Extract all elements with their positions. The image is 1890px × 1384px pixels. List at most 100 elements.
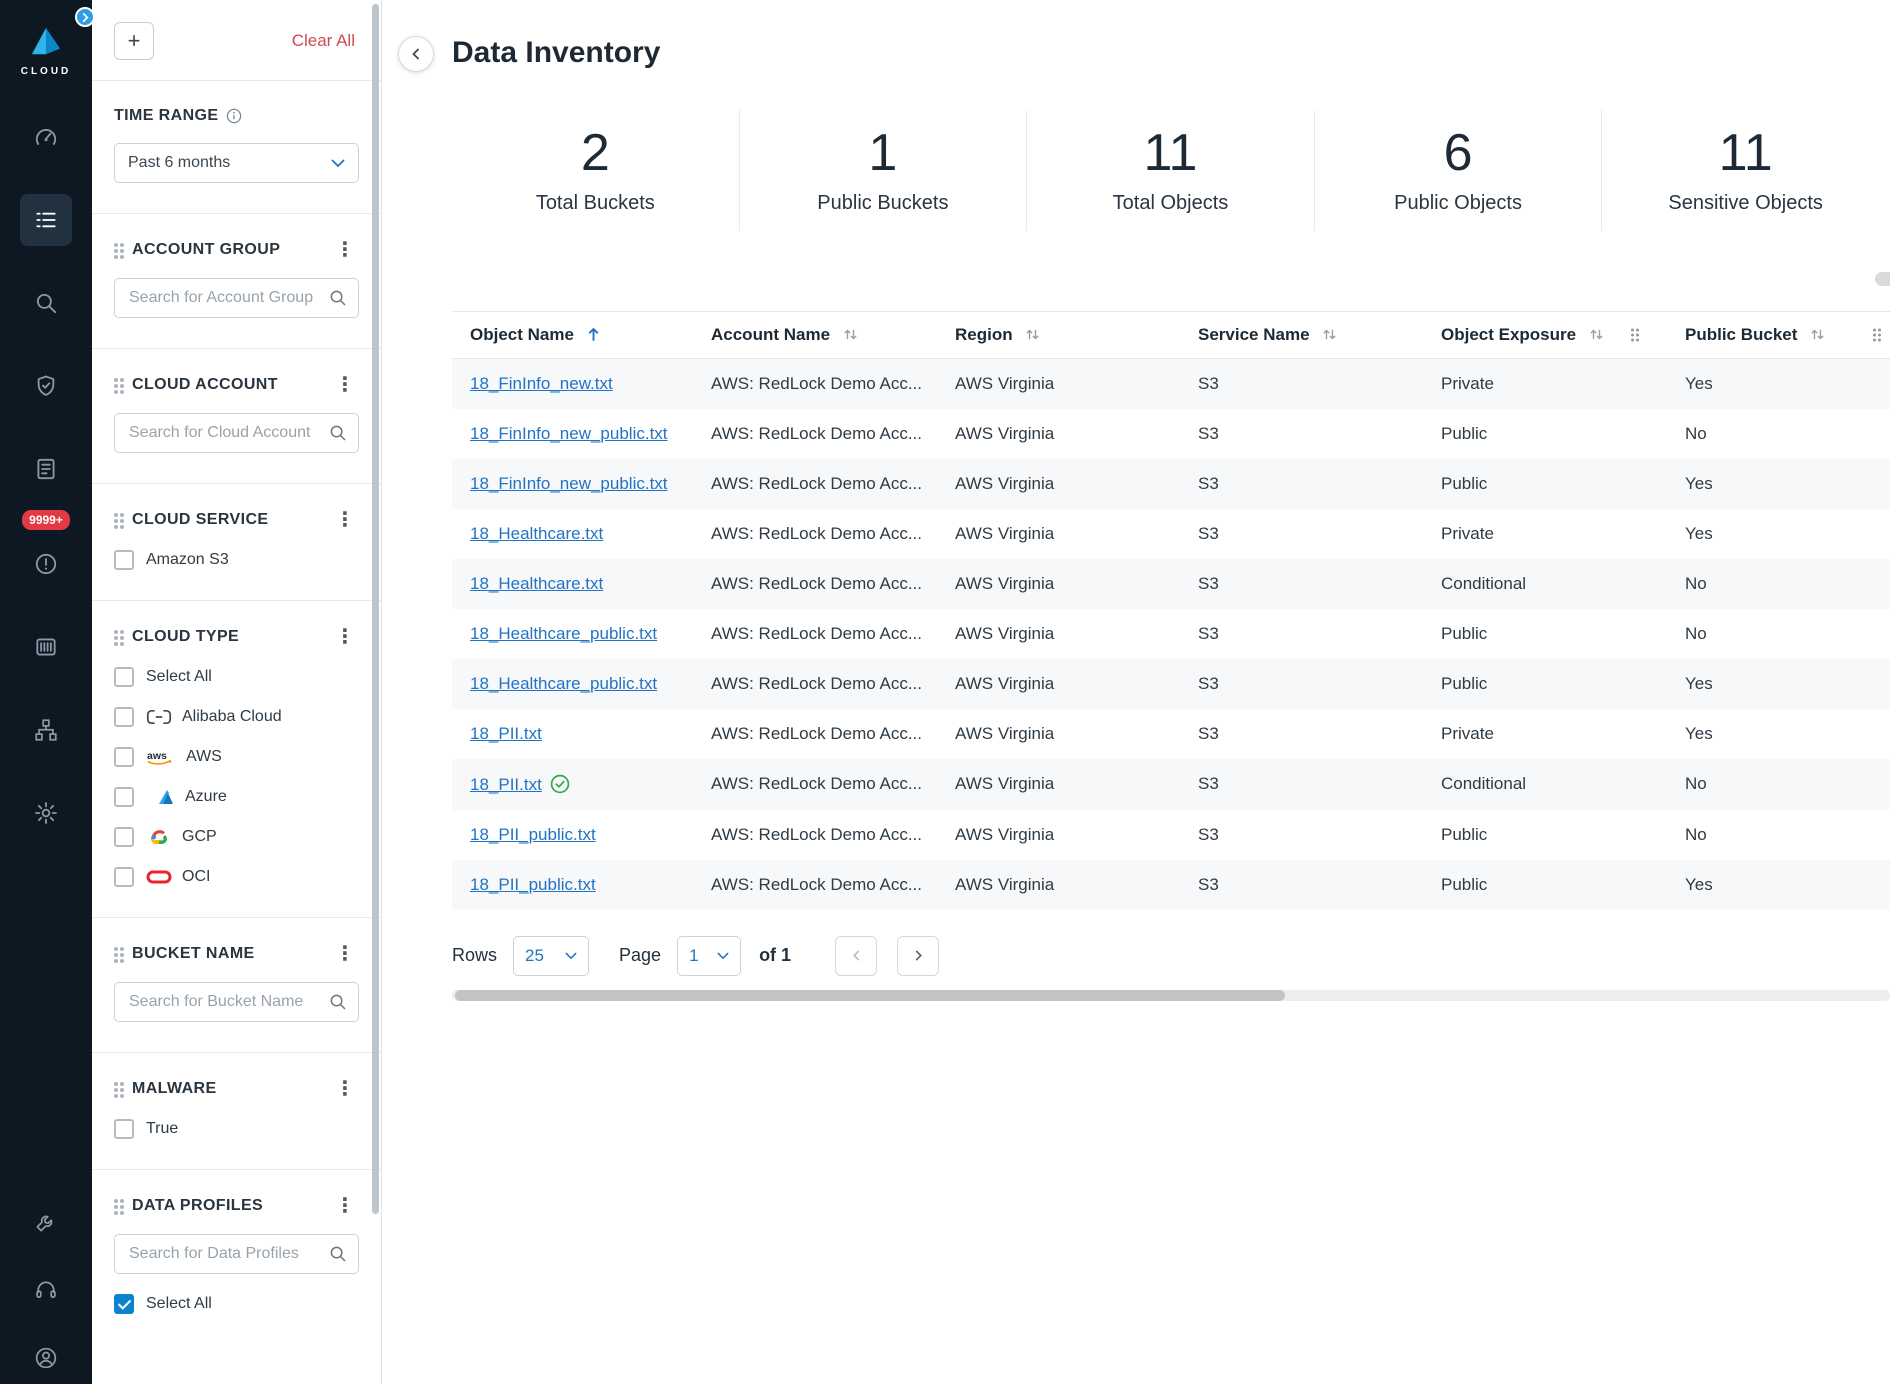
account-name-cell: AWS: RedLock Demo Acc... — [693, 709, 937, 759]
column-header-service-name[interactable]: Service Name — [1180, 311, 1423, 358]
column-drag-icon[interactable] — [1629, 327, 1641, 343]
kebab-menu-icon[interactable]: ⋮ — [331, 240, 359, 260]
report-icon — [33, 456, 59, 482]
table-body: 18_FinInfo_new.txt AWS: RedLock Demo Acc.… — [452, 358, 1890, 910]
prev-page-button[interactable] — [835, 936, 877, 976]
collapse-filters-button[interactable] — [398, 36, 434, 72]
horizontal-scrollbar-thumb[interactable] — [455, 990, 1285, 1001]
sidebar-item-profile[interactable] — [20, 1332, 72, 1384]
sort-both-icon[interactable] — [1322, 327, 1337, 342]
column-header-public-bucket[interactable]: Public Bucket — [1667, 311, 1890, 358]
column-drag-icon[interactable] — [1871, 327, 1883, 343]
region-cell: AWS Virginia — [937, 659, 1180, 709]
sidebar-item-assets[interactable] — [20, 621, 72, 673]
object-name-link[interactable]: 18_PII_public.txt — [470, 875, 596, 894]
object-name-link[interactable]: 18_PII.txt — [470, 724, 542, 743]
public-bucket-cell: Yes — [1667, 358, 1890, 409]
checkbox[interactable] — [114, 550, 134, 570]
data-profiles-search-input[interactable] — [114, 1234, 359, 1274]
sort-asc-icon[interactable] — [587, 326, 600, 342]
vertical-scrollbar-stub[interactable] — [1875, 272, 1890, 286]
drag-handle-icon[interactable] — [114, 1199, 118, 1203]
sidebar-item-support[interactable] — [20, 1264, 72, 1316]
page-select[interactable]: 1 — [677, 936, 741, 976]
object-name-link[interactable]: 18_Healthcare.txt — [470, 574, 603, 593]
assets-icon — [33, 634, 59, 660]
sidebar-item-search[interactable] — [20, 277, 72, 329]
search-icon — [329, 1245, 347, 1263]
region-cell: AWS Virginia — [937, 358, 1180, 409]
horizontal-scrollbar[interactable] — [452, 990, 1890, 1001]
next-page-button[interactable] — [897, 936, 939, 976]
sidebar-item-reports[interactable] — [20, 443, 72, 495]
region-cell: AWS Virginia — [937, 860, 1180, 910]
brand-logo[interactable]: CLOUD — [21, 26, 72, 77]
drag-handle-icon[interactable] — [114, 947, 118, 951]
add-filter-button[interactable]: + — [114, 22, 154, 60]
checkbox[interactable] — [114, 827, 134, 847]
object-name-link[interactable]: 18_Healthcare_public.txt — [470, 674, 657, 693]
kebab-menu-icon[interactable]: ⋮ — [331, 375, 359, 395]
checkbox[interactable] — [114, 707, 134, 727]
stat-value: 11 — [1027, 124, 1314, 184]
checkbox[interactable] — [114, 787, 134, 807]
sidebar-item-tools[interactable] — [20, 1196, 72, 1248]
kebab-menu-icon[interactable]: ⋮ — [331, 1196, 359, 1216]
checkbox[interactable] — [114, 867, 134, 887]
clear-all-button[interactable]: Clear All — [292, 31, 355, 51]
column-label: Public Bucket — [1685, 325, 1797, 344]
checkbox[interactable] — [114, 747, 134, 767]
sort-both-icon[interactable] — [843, 327, 858, 342]
rows-per-page-select[interactable]: 25 — [513, 936, 589, 976]
kebab-menu-icon[interactable]: ⋮ — [331, 944, 359, 964]
kebab-menu-icon[interactable]: ⋮ — [331, 627, 359, 647]
column-header-region[interactable]: Region — [937, 311, 1180, 358]
logo-icon — [27, 26, 65, 58]
page-value: 1 — [689, 946, 698, 966]
data-table-wrap: Object Name Account Name Region Ser — [452, 311, 1890, 910]
stat-value: 2 — [452, 124, 739, 184]
object-name-link[interactable]: 18_Healthcare.txt — [470, 524, 603, 543]
filter-section-cloud-account: CLOUD ACCOUNT ⋮ — [92, 349, 381, 484]
sort-both-icon[interactable] — [1810, 327, 1825, 342]
filter-section-cloud-service: CLOUD SERVICE ⋮ Amazon S3 — [92, 484, 381, 601]
object-name-link[interactable]: 18_PII.txt — [470, 775, 542, 794]
drag-handle-icon[interactable] — [114, 513, 118, 517]
checkbox[interactable] — [114, 1119, 134, 1139]
cloud-account-search-input[interactable] — [114, 413, 359, 453]
object-name-link[interactable]: 18_PII_public.txt — [470, 825, 596, 844]
sidebar-item-network[interactable] — [20, 704, 72, 756]
bucket-name-title: BUCKET NAME — [132, 945, 255, 963]
time-range-select[interactable]: Past 6 months — [114, 143, 359, 183]
sidebar-item-inventory[interactable] — [20, 194, 72, 246]
sort-both-icon[interactable] — [1589, 327, 1604, 342]
bucket-name-search-input[interactable] — [114, 982, 359, 1022]
object-name-link[interactable]: 18_FinInfo_new.txt — [470, 374, 613, 393]
drag-handle-icon[interactable] — [114, 243, 118, 247]
sidebar-item-settings[interactable] — [20, 787, 72, 839]
checkbox[interactable] — [114, 667, 134, 687]
sidebar-item-dashboard[interactable] — [20, 111, 72, 163]
column-header-account-name[interactable]: Account Name — [693, 311, 937, 358]
sort-both-icon[interactable] — [1025, 327, 1040, 342]
column-header-object-name[interactable]: Object Name — [452, 311, 693, 358]
column-label: Region — [955, 325, 1013, 344]
column-header-object-exposure[interactable]: Object Exposure — [1423, 311, 1667, 358]
drag-handle-icon[interactable] — [114, 1082, 118, 1086]
kebab-menu-icon[interactable]: ⋮ — [331, 510, 359, 530]
service-name-cell: S3 — [1180, 759, 1423, 810]
object-name-link[interactable]: 18_FinInfo_new_public.txt — [470, 424, 668, 443]
account-name-cell: AWS: RedLock Demo Acc... — [693, 659, 937, 709]
inventory-list-icon — [33, 207, 59, 233]
sidebar-expand-dot[interactable] — [75, 7, 95, 27]
account-group-search-input[interactable] — [114, 278, 359, 318]
checkbox[interactable] — [114, 1294, 134, 1314]
object-name-link[interactable]: 18_FinInfo_new_public.txt — [470, 474, 668, 493]
filter-panel-scrollbar[interactable] — [372, 4, 379, 1214]
object-name-link[interactable]: 18_Healthcare_public.txt — [470, 624, 657, 643]
sidebar-item-compliance[interactable] — [20, 360, 72, 412]
drag-handle-icon[interactable] — [114, 630, 118, 634]
drag-handle-icon[interactable] — [114, 378, 118, 382]
kebab-menu-icon[interactable]: ⋮ — [331, 1079, 359, 1099]
sidebar-item-alerts[interactable] — [20, 538, 72, 590]
